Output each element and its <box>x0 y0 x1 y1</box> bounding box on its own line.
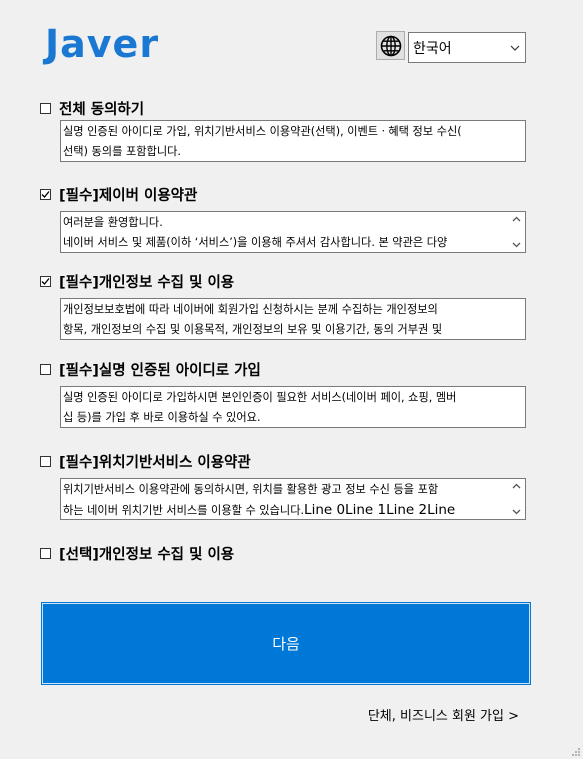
section-privacy-required: [필수]개인정보 수집 및 이용 개인정보보호법에 따라 네이버에 회원가입 신… <box>40 271 530 340</box>
section-agree-all: 전체 동의하기 실명 인증된 아이디로 가입, 위치기반서비스 이용약관(선택)… <box>40 98 530 162</box>
checkmark-icon <box>41 190 50 198</box>
location-terms-title: [필수]위치기반서비스 이용약관 <box>59 454 251 471</box>
privacy-required-title: [필수]개인정보 수집 및 이용 <box>59 274 235 291</box>
chevron-down-icon[interactable] <box>512 242 521 248</box>
privacy-required-textbox[interactable]: 개인정보보호법에 따라 네이버에 회원가입 신청하시는 분께 수집하는 개인정보… <box>60 298 526 340</box>
section-privacy-optional: [선택]개인정보 수집 및 이용 <box>40 543 530 563</box>
globe-icon <box>380 35 401 56</box>
agree-all-checkbox[interactable] <box>40 102 51 114</box>
language-button[interactable] <box>376 31 405 60</box>
location-terms-extra: Line 0Line 1Line 2Line <box>304 502 456 518</box>
language-select[interactable]: 한국어 <box>408 32 526 63</box>
terms-textbox[interactable]: 여러분을 환영합니다. 네이버 서비스 및 제품(이하 ‘서비스’)을 이용해 … <box>60 211 526 253</box>
chevron-up-icon[interactable] <box>512 216 521 222</box>
next-button[interactable]: 다음 <box>41 602 531 685</box>
agree-all-title: 전체 동의하기 <box>59 101 145 118</box>
resize-grip-icon[interactable] <box>571 747 581 757</box>
location-terms-textbox[interactable]: 위치기반서비스 이용약관에 동의하시면, 위치를 활용한 광고 정보 수신 등을… <box>60 478 526 520</box>
privacy-optional-checkbox[interactable] <box>40 547 51 559</box>
language-select-value: 한국어 <box>413 41 452 57</box>
section-terms: [필수]제이버 이용약관 여러분을 환영합니다. 네이버 서비스 및 제품(이하… <box>40 184 530 253</box>
checkmark-icon <box>41 277 50 285</box>
verified-id-description: 실명 인증된 아이디로 가입하시면 본인인증이 필요한 서비스(네이버 페이, … <box>60 386 526 428</box>
terms-scrollbar[interactable] <box>508 212 525 252</box>
chevron-down-icon[interactable] <box>512 509 521 515</box>
terms-title: [필수]제이버 이용약관 <box>59 187 198 204</box>
app-logo: Javer <box>45 22 160 66</box>
chevron-down-icon <box>510 45 520 51</box>
location-terms-scrollbar[interactable] <box>508 479 525 519</box>
chevron-up-icon[interactable] <box>512 483 521 489</box>
agree-all-description: 실명 인증된 아이디로 가입, 위치기반서비스 이용약관(선택), 이벤트ㆍ혜택… <box>60 120 526 162</box>
business-signup-link[interactable]: 단체, 비즈니스 회원 가입 > <box>368 705 519 724</box>
section-location-terms: [필수]위치기반서비스 이용약관 위치기반서비스 이용약관에 동의하시면, 위치… <box>40 451 530 520</box>
terms-checkbox[interactable] <box>40 188 51 200</box>
section-verified-id: [필수]실명 인증된 아이디로 가입 실명 인증된 아이디로 가입하시면 본인인… <box>40 359 530 428</box>
verified-id-checkbox[interactable] <box>40 363 51 375</box>
privacy-optional-title: [선택]개인정보 수집 및 이용 <box>59 546 235 563</box>
verified-id-title: [필수]실명 인증된 아이디로 가입 <box>59 362 261 379</box>
location-terms-checkbox[interactable] <box>40 455 51 467</box>
privacy-required-checkbox[interactable] <box>40 275 51 287</box>
